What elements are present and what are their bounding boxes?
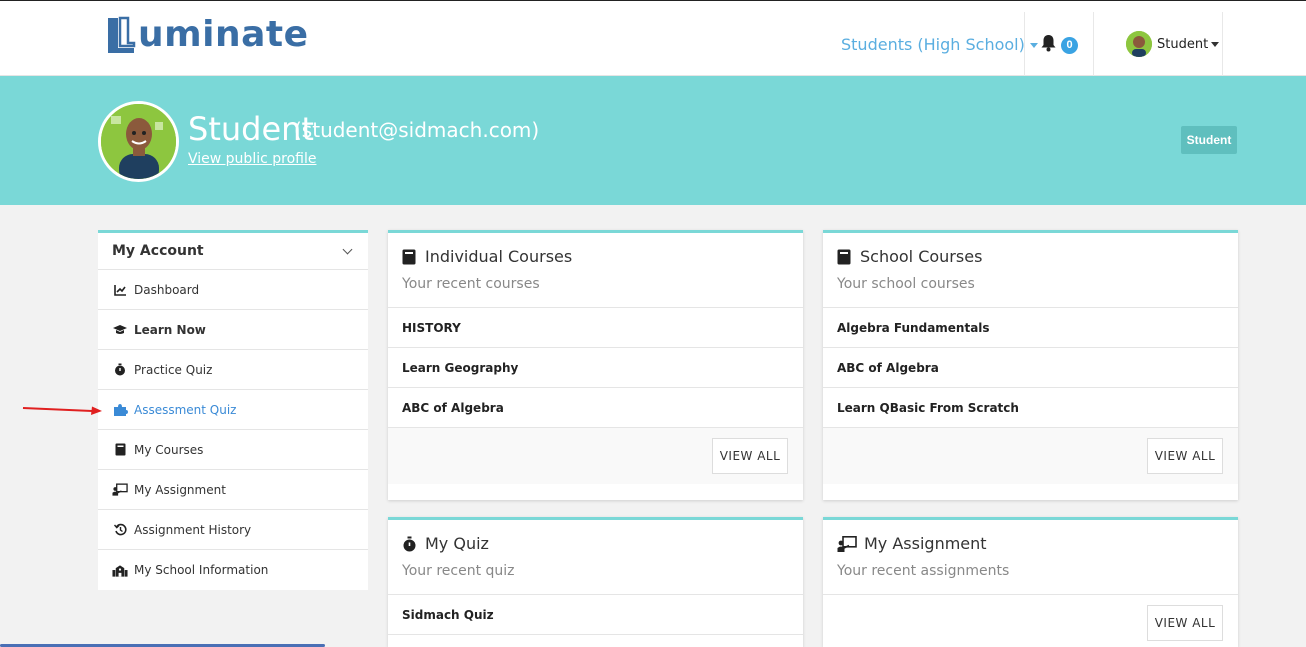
course-row[interactable]: Algebra Fundamentals: [823, 308, 1238, 348]
sidebar-item-label: My Assignment: [134, 482, 226, 497]
account-sidebar: My Account Dashboard Learn Now Practice …: [98, 230, 368, 590]
chevron-down-icon: [342, 244, 353, 255]
card-subtitle: Your recent courses: [402, 276, 540, 292]
nav-divider: [1024, 12, 1025, 76]
sidebar-item-assignment-history[interactable]: Assignment History: [98, 510, 368, 550]
user-menu[interactable]: Student: [1126, 31, 1220, 57]
sidebar-item-label: Practice Quiz: [134, 362, 213, 377]
card-header: My Assignment Your recent assignments: [823, 520, 1238, 595]
profile-email: (student@sidmach.com): [294, 118, 540, 142]
profile-avatar: [98, 101, 179, 182]
bell-icon[interactable]: [1040, 34, 1057, 52]
role-dropdown-label: Students (High School): [841, 35, 1025, 54]
card-title: School Courses: [860, 247, 983, 266]
sidebar-item-practice-quiz[interactable]: Practice Quiz: [98, 350, 368, 390]
sidebar-item-my-school-information[interactable]: My School Information: [98, 550, 368, 590]
course-row[interactable]: Learn QBasic From Scratch: [823, 388, 1238, 428]
individual-courses-card: Individual Courses Your recent courses H…: [388, 230, 803, 500]
history-icon: [112, 523, 128, 537]
card-header: My Quiz Your recent quiz: [388, 520, 803, 595]
logo-mark-icon: [108, 16, 136, 53]
school-icon: [112, 563, 128, 577]
card-subtitle: Your school courses: [837, 276, 975, 292]
graduation-cap-icon: [112, 323, 128, 337]
luminate-logo[interactable]: uminate: [106, 15, 309, 55]
view-all-button[interactable]: VIEW ALL: [712, 438, 788, 474]
stopwatch-icon: [402, 536, 418, 552]
course-row[interactable]: ABC of Algebra: [388, 388, 803, 428]
card-title: My Quiz: [425, 534, 489, 553]
top-navbar: uminate Students (High School) 0 Student: [0, 0, 1306, 76]
view-all-button[interactable]: VIEW ALL: [1147, 438, 1223, 474]
sidebar-item-dashboard[interactable]: Dashboard: [98, 270, 368, 310]
book-icon: [112, 443, 128, 457]
user-name-label: Student: [1157, 36, 1209, 52]
sidebar-item-label: Assignment History: [134, 522, 252, 537]
notification-count-badge: 0: [1061, 37, 1078, 54]
view-public-profile-link[interactable]: View public profile: [188, 151, 316, 167]
sidebar-item-label: Assessment Quiz: [134, 402, 237, 417]
school-courses-card: School Courses Your school courses Algeb…: [823, 230, 1238, 500]
card-subtitle: Your recent assignments: [837, 563, 1010, 579]
sidebar-title: My Account: [112, 243, 204, 259]
quiz-row[interactable]: Sidmach Quiz: [388, 595, 803, 635]
course-row[interactable]: ABC of Algebra: [823, 348, 1238, 388]
role-badge: Student: [1181, 126, 1237, 154]
book-icon: [837, 249, 853, 265]
sidebar-item-label: Learn Now: [134, 322, 206, 337]
teacher-icon: [837, 535, 857, 552]
chart-icon: [112, 283, 128, 297]
sidebar-header[interactable]: My Account: [98, 233, 368, 270]
card-footer: VIEW ALL: [823, 595, 1238, 647]
sidebar-item-learn-now[interactable]: Learn Now: [98, 310, 368, 350]
sidebar-item-my-assignment[interactable]: My Assignment: [98, 470, 368, 510]
sidebar-item-assessment-quiz[interactable]: Assessment Quiz: [98, 390, 368, 430]
sidebar-item-label: My School Information: [134, 563, 269, 577]
card-footer: VIEW ALL: [388, 428, 803, 484]
teacher-icon: [112, 483, 128, 497]
view-all-button[interactable]: VIEW ALL: [1147, 605, 1223, 641]
card-header: School Courses Your school courses: [823, 233, 1238, 308]
stopwatch-icon: [112, 363, 128, 377]
card-footer: VIEW ALL: [823, 428, 1238, 484]
card-header: Individual Courses Your recent courses: [388, 233, 803, 308]
caret-down-icon: [1029, 43, 1038, 48]
card-subtitle: Your recent quiz: [402, 563, 515, 579]
course-row[interactable]: HISTORY: [388, 308, 803, 348]
course-row[interactable]: Learn Geography: [388, 348, 803, 388]
caret-down-icon: [1211, 41, 1220, 47]
puzzle-icon: [112, 403, 128, 417]
card-title: My Assignment: [864, 534, 987, 553]
my-quiz-card: My Quiz Your recent quiz Sidmach Quiz: [388, 517, 803, 647]
book-icon: [402, 249, 418, 265]
role-dropdown[interactable]: Students (High School): [841, 35, 1038, 54]
nav-divider: [1222, 12, 1223, 76]
profile-banner: Student (student@sidmach.com) View publi…: [0, 76, 1306, 205]
logo-text: uminate: [138, 14, 309, 55]
sidebar-item-label: My Courses: [134, 442, 204, 457]
nav-divider: [1093, 12, 1094, 76]
annotation-arrow: [22, 406, 102, 415]
my-assignment-card: My Assignment Your recent assignments VI…: [823, 517, 1238, 647]
sidebar-item-label: Dashboard: [134, 282, 200, 297]
card-title: Individual Courses: [425, 247, 573, 266]
sidebar-item-my-courses[interactable]: My Courses: [98, 430, 368, 470]
user-avatar: [1126, 31, 1152, 57]
